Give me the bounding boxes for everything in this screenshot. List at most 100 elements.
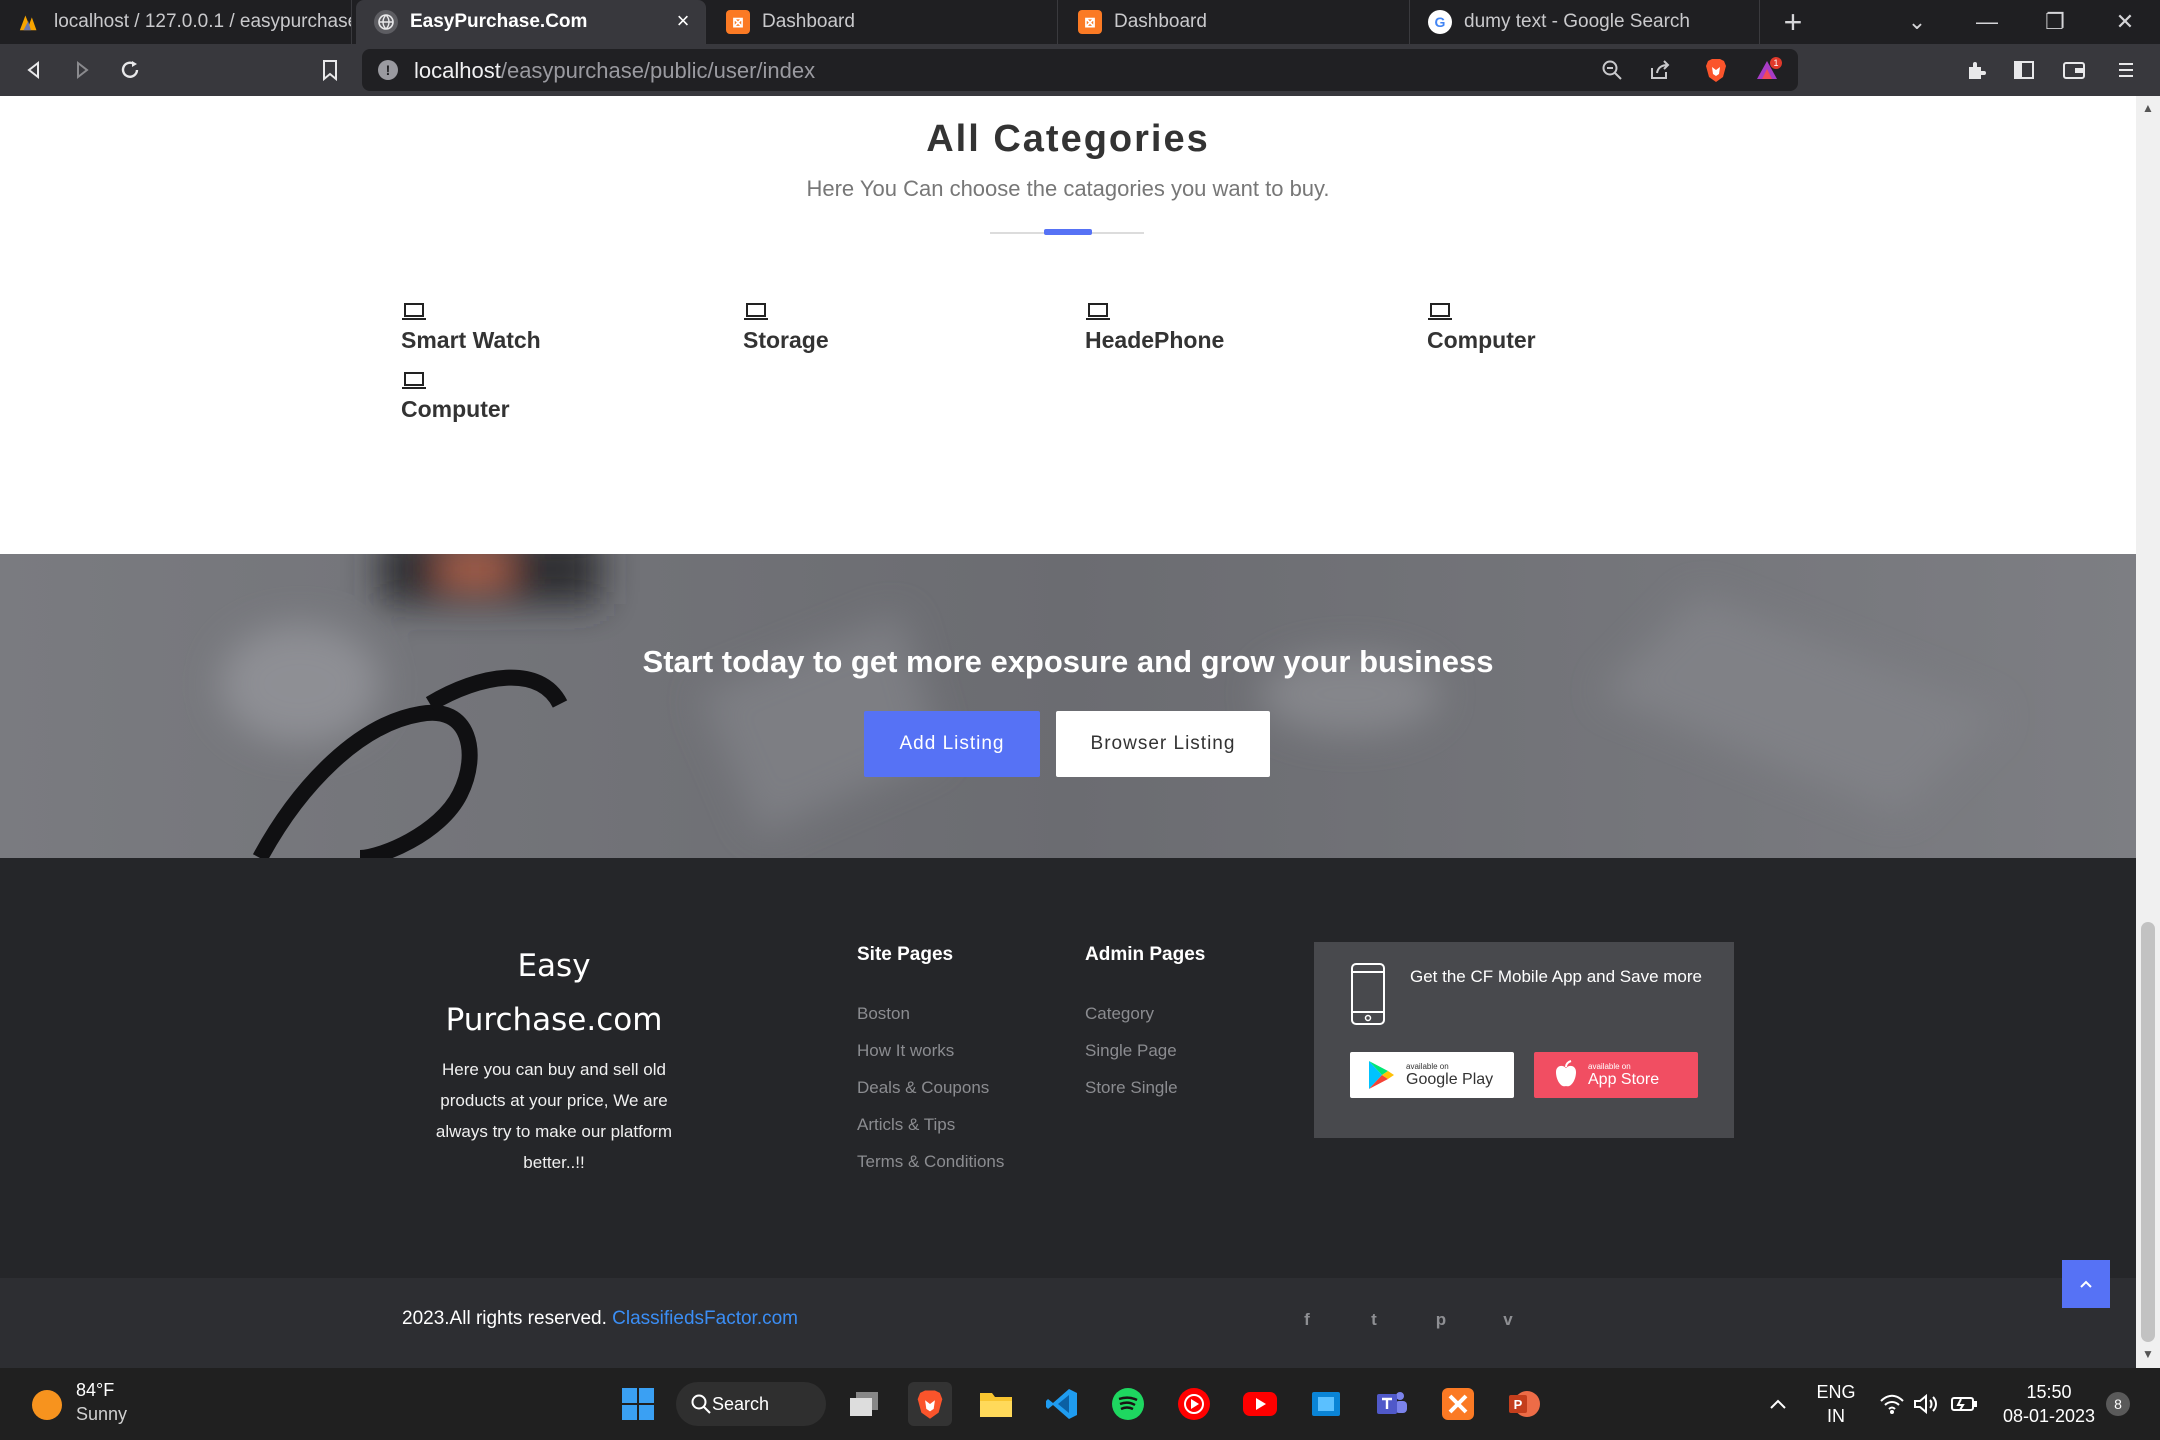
footer-brand-line1: Easy xyxy=(517,948,591,984)
restore-icon[interactable]: ❐ xyxy=(2030,0,2080,44)
weather-sun-icon[interactable] xyxy=(32,1390,62,1420)
category-item-computer-2[interactable]: Computer xyxy=(401,370,701,423)
task-view-icon[interactable] xyxy=(842,1382,886,1426)
title-divider xyxy=(990,229,1144,235)
language-code[interactable]: ENG xyxy=(1812,1382,1860,1403)
close-tab-icon[interactable]: × xyxy=(671,10,695,34)
brave-shields-icon[interactable] xyxy=(1698,52,1734,88)
twitter-icon[interactable]: t xyxy=(1360,1306,1388,1334)
category-label: Storage xyxy=(743,327,829,353)
category-item-storage[interactable]: Storage xyxy=(743,301,1043,354)
bookmark-icon[interactable] xyxy=(312,52,348,88)
chevron-up-icon xyxy=(2080,1280,2092,1288)
categories-subtitle: Here You Can choose the catagories you w… xyxy=(806,176,1330,201)
browse-listing-button[interactable]: Browser Listing xyxy=(1056,711,1270,777)
tab-search-chevron-icon[interactable]: ⌄ xyxy=(1892,0,1942,44)
vscode-icon[interactable] xyxy=(1040,1382,1084,1426)
laptop-icon xyxy=(744,303,768,320)
tab-dashboard-1[interactable]: ⊠ Dashboard xyxy=(708,0,1058,44)
youtube-icon[interactable] xyxy=(1238,1382,1282,1426)
address-bar[interactable]: ! localhost/easypurchase/public/user/ind… xyxy=(362,49,1798,91)
back-icon[interactable] xyxy=(16,52,52,88)
wallet-icon[interactable] xyxy=(2056,52,2092,88)
google-play-button[interactable]: available on Google Play xyxy=(1350,1052,1514,1098)
close-window-icon[interactable]: ✕ xyxy=(2100,0,2150,44)
scroll-down-arrow-icon[interactable]: ▼ xyxy=(2142,1348,2154,1360)
xampp-icon[interactable] xyxy=(1436,1382,1480,1426)
taskbar-search[interactable]: Search xyxy=(676,1382,826,1426)
add-listing-button[interactable]: Add Listing xyxy=(864,711,1040,777)
tab-phpmyadmin[interactable]: localhost / 127.0.0.1 / easypurchase / xyxy=(0,0,352,44)
taskbar-search-label: Search xyxy=(712,1393,770,1414)
footer-link-single-page[interactable]: Single Page xyxy=(1085,1041,1177,1061)
teams-icon[interactable] xyxy=(1370,1382,1414,1426)
phpmyadmin-icon xyxy=(18,10,42,34)
laptop-icon xyxy=(1086,303,1110,320)
admin-pages-title: Admin Pages xyxy=(1085,944,1206,965)
powerpoint-icon[interactable]: P xyxy=(1502,1382,1546,1426)
minimize-icon[interactable]: — xyxy=(1962,0,2012,44)
tab-title: Dashboard xyxy=(762,11,855,32)
brave-rewards-icon[interactable]: 1 xyxy=(1750,52,1786,88)
windows-taskbar: 84°F Sunny Search P ENG IN 15:50 08-01-2… xyxy=(0,1368,2160,1440)
brave-browser-icon[interactable] xyxy=(908,1382,952,1426)
category-item-headephone[interactable]: HeadePhone xyxy=(1085,301,1385,354)
file-explorer-icon[interactable] xyxy=(974,1382,1018,1426)
page-content: All Categories Here You Can choose the c… xyxy=(0,96,2136,1368)
site-info-icon[interactable]: ! xyxy=(378,60,398,80)
category-item-computer[interactable]: Computer xyxy=(1427,301,1727,354)
windows-start-icon[interactable] xyxy=(616,1382,660,1426)
laptop-icon xyxy=(1428,303,1452,320)
notification-count-badge[interactable]: 8 xyxy=(2106,1392,2130,1416)
scroll-to-top-button[interactable] xyxy=(2062,1260,2110,1308)
category-item-smart-watch[interactable]: Smart Watch xyxy=(401,301,701,354)
vimeo-icon[interactable]: v xyxy=(1494,1306,1522,1334)
footer-link-how-it-works[interactable]: How It works xyxy=(857,1041,954,1061)
forward-icon[interactable] xyxy=(64,52,100,88)
menu-icon[interactable] xyxy=(2108,52,2144,88)
tab-google-search[interactable]: G dumy text - Google Search xyxy=(1410,0,1760,44)
share-icon[interactable] xyxy=(1642,52,1678,88)
footer-link-category[interactable]: Category xyxy=(1085,1004,1154,1024)
weather-condition[interactable]: Sunny xyxy=(76,1404,127,1425)
mobile-phone-icon xyxy=(1351,963,1385,1025)
tab-easypurchase[interactable]: EasyPurchase.Com × xyxy=(356,0,706,44)
facebook-icon[interactable]: f xyxy=(1293,1306,1321,1334)
categories-title: All Categories xyxy=(926,118,1210,160)
xampp-icon: ⊠ xyxy=(726,10,750,34)
new-tab-icon[interactable]: + xyxy=(1768,0,1818,44)
scroll-up-arrow-icon[interactable]: ▲ xyxy=(2142,102,2154,114)
store-app-icon[interactable] xyxy=(1304,1382,1348,1426)
scrollbar-thumb[interactable] xyxy=(2141,922,2155,1342)
footer-link-terms[interactable]: Terms & Conditions xyxy=(857,1152,1004,1172)
footer-brand-line2: Purchase.com xyxy=(445,1002,663,1038)
spotify-icon[interactable] xyxy=(1106,1382,1150,1426)
app-store-button[interactable]: available on App Store xyxy=(1534,1052,1698,1098)
footer-link-articles-tips[interactable]: Articls & Tips xyxy=(857,1115,955,1135)
footer-link-deals-coupons[interactable]: Deals & Coupons xyxy=(857,1078,989,1098)
browser-toolbar: ! localhost/easypurchase/public/user/ind… xyxy=(0,44,2160,96)
footer-brand-description: Here you can buy and sell old products a… xyxy=(435,1060,673,1172)
tab-title: localhost / 127.0.0.1 / easypurchase / xyxy=(54,11,352,32)
tab-dashboard-2[interactable]: ⊠ Dashboard xyxy=(1060,0,1410,44)
zoom-out-icon[interactable] xyxy=(1594,52,1630,88)
weather-temperature[interactable]: 84°F xyxy=(76,1380,114,1401)
copyright-text: 2023.All rights reserved. ClassifiedsFac… xyxy=(402,1308,799,1329)
language-region[interactable]: IN xyxy=(1812,1406,1860,1427)
youtube-music-icon[interactable] xyxy=(1172,1382,1216,1426)
category-label: Computer xyxy=(401,396,510,422)
sidebar-icon[interactable] xyxy=(2006,52,2042,88)
category-label: Computer xyxy=(1427,327,1536,353)
pinterest-icon[interactable]: p xyxy=(1427,1306,1455,1334)
battery-icon[interactable] xyxy=(1942,1382,1986,1426)
clock-time[interactable]: 15:50 xyxy=(1994,1382,2104,1403)
footer-link-store-single[interactable]: Store Single xyxy=(1085,1078,1178,1098)
copyright-link[interactable]: ClassifiedsFactor.com xyxy=(612,1308,798,1329)
clock-date[interactable]: 08-01-2023 xyxy=(1994,1406,2104,1427)
extensions-icon[interactable] xyxy=(1958,52,1994,88)
footer-link-boston[interactable]: Boston xyxy=(857,1004,910,1024)
reload-icon[interactable] xyxy=(112,52,148,88)
chevron-up-tray-icon[interactable] xyxy=(1756,1382,1800,1426)
cta-background-image xyxy=(0,554,2136,858)
page-scrollbar[interactable]: ▲ ▼ xyxy=(2136,96,2160,1368)
